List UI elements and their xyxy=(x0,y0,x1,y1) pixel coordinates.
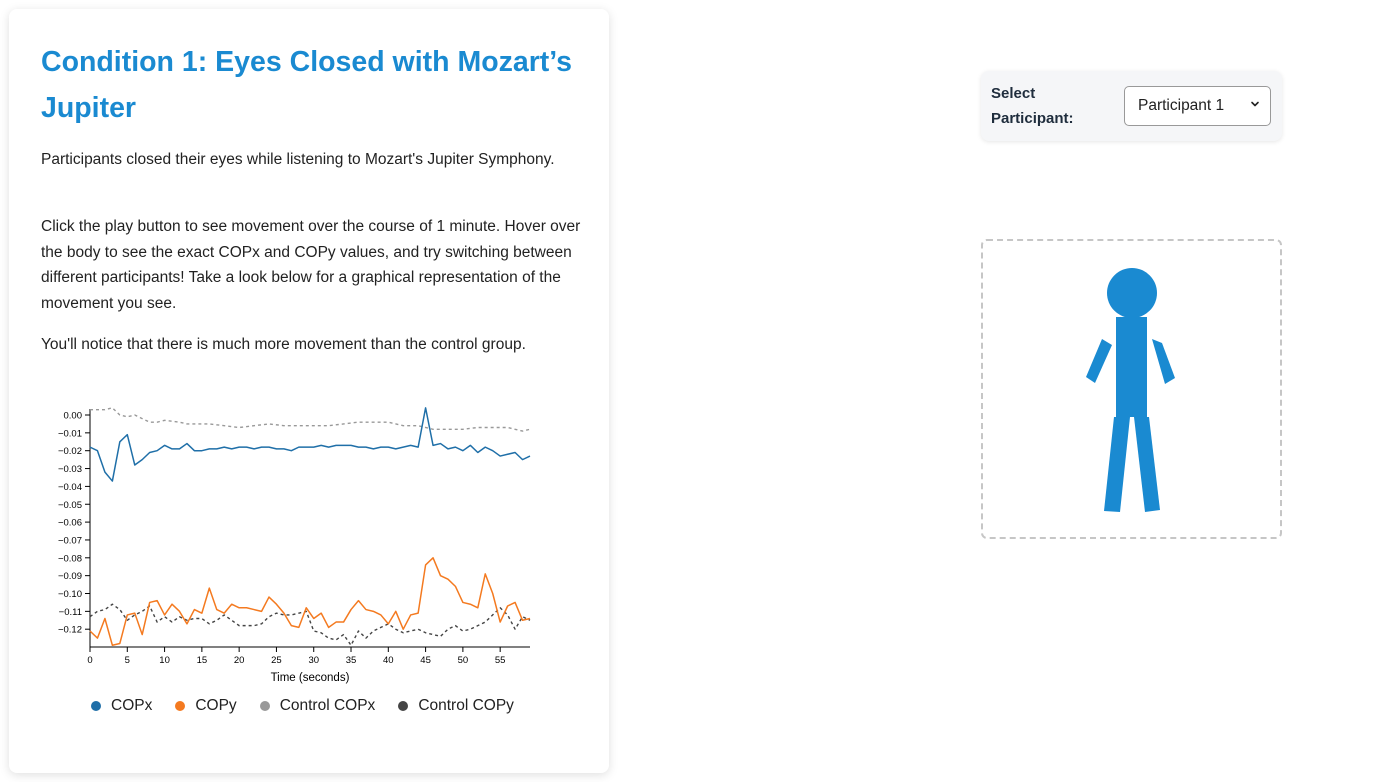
legend-copy-label: COPy xyxy=(195,697,237,714)
x-tick-label: 15 xyxy=(197,655,208,666)
legend-item-copy[interactable]: COPy xyxy=(175,697,237,715)
series-line-control-copy xyxy=(89,603,531,646)
figure-left-leg[interactable] xyxy=(1104,417,1130,512)
x-tick-label: 45 xyxy=(420,655,431,666)
legend-control-copx-label: Control COPx xyxy=(279,697,376,714)
stick-figure-area[interactable] xyxy=(981,239,1282,539)
legend-control-copx-dot xyxy=(259,701,270,711)
note-paragraph: You'll notice that there is much more mo… xyxy=(41,336,526,353)
y-tick-label: −0.12 xyxy=(58,625,82,636)
participant-select-value: Participant 1 xyxy=(1138,97,1225,114)
legend-item-control-copy[interactable]: Control COPy xyxy=(398,697,514,715)
x-tick-label: 30 xyxy=(308,655,319,666)
instructions-paragraph: Click the play button to see movement ov… xyxy=(41,218,581,312)
figure-right-arm[interactable] xyxy=(1152,339,1175,384)
chart-legend: COPx COPy Control COPx Control COPy xyxy=(91,697,514,715)
x-tick-label: 55 xyxy=(495,655,506,666)
figure-torso[interactable] xyxy=(1116,317,1147,417)
y-tick-label: −0.04 xyxy=(58,482,82,493)
x-tick-label: 25 xyxy=(271,655,282,666)
x-tick-label: 5 xyxy=(125,655,130,666)
y-tick-label: −0.07 xyxy=(58,535,82,546)
series-line-control-copx xyxy=(90,407,531,432)
figure-right-leg[interactable] xyxy=(1134,417,1160,512)
condition-title: Condition 1: Eyes Closed with Mozart’s J… xyxy=(41,46,572,124)
x-tick-label: 35 xyxy=(346,655,357,666)
chevron-down-icon xyxy=(1251,101,1259,107)
y-tick-label: −0.10 xyxy=(58,589,82,600)
select-participant-label: Select Participant: xyxy=(991,85,1074,127)
legend-copx-dot xyxy=(91,701,101,711)
x-tick-label: 10 xyxy=(159,655,170,666)
y-tick-label: −0.05 xyxy=(58,500,82,511)
stick-figure[interactable] xyxy=(983,241,1280,537)
x-tick-label: 40 xyxy=(383,655,394,666)
x-tick-label: 20 xyxy=(234,655,245,666)
y-tick-label: −0.02 xyxy=(58,446,82,457)
y-tick-label: −0.03 xyxy=(58,464,82,475)
description-paragraph: Participants closed their eyes while lis… xyxy=(41,151,555,168)
y-tick-label: −0.09 xyxy=(58,571,82,582)
legend-copy-dot xyxy=(175,701,186,711)
y-tick-label: −0.08 xyxy=(58,553,82,564)
legend-control-copy-label: Control COPy xyxy=(418,697,514,714)
series-line-copx xyxy=(89,407,531,482)
legend-copx-label: COPx xyxy=(111,697,153,714)
legend-control-copy-dot xyxy=(398,701,409,711)
y-tick-label: −0.06 xyxy=(58,518,82,529)
cop-line-chart: 0.00 −0.01 −0.02 −0.03 −0.04 −0.05 −0.06 −0.07 −… xyxy=(58,407,531,684)
x-tick-label: 50 xyxy=(458,655,469,666)
participant-select[interactable]: Participant 1 xyxy=(1124,86,1271,126)
series-line-copy xyxy=(89,557,531,647)
y-tick-label: 0.00 xyxy=(64,411,83,422)
legend-item-copx[interactable]: COPx xyxy=(91,697,152,715)
figure-head[interactable] xyxy=(1107,268,1157,318)
legend-item-control-copx[interactable]: Control COPx xyxy=(259,697,376,715)
figure-left-arm[interactable] xyxy=(1086,339,1112,383)
condition-card: Condition 1: Eyes Closed with Mozart’s J… xyxy=(9,9,609,773)
y-tick-label: −0.11 xyxy=(59,607,82,618)
participant-selector-panel: Select Participant: Participant 1 xyxy=(981,71,1282,141)
y-tick-label: −0.01 xyxy=(58,428,82,439)
x-axis-label: Time (seconds) xyxy=(271,672,350,684)
x-tick-label: 0 xyxy=(87,655,92,666)
